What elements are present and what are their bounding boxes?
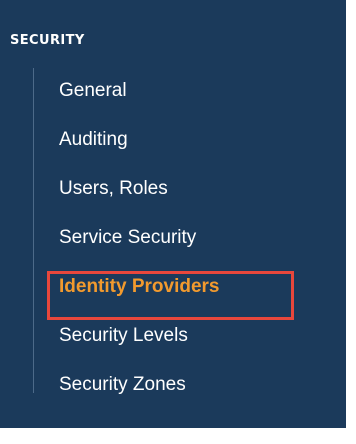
sidebar-item-label[interactable]: Auditing xyxy=(59,129,128,151)
tree-guide-line xyxy=(33,68,34,393)
sidebar-item-label[interactable]: Identity Providers xyxy=(59,276,220,298)
sidebar-item-label[interactable]: Users, Roles xyxy=(59,178,168,200)
sidebar-item-label[interactable]: General xyxy=(59,80,127,102)
section-title: SECURITY xyxy=(10,33,85,48)
sidebar-item-label[interactable]: Security Levels xyxy=(59,325,188,347)
security-sidebar: SECURITY General Auditing Users, Roles S… xyxy=(0,0,346,428)
sidebar-item-label[interactable]: Security Zones xyxy=(59,374,186,396)
page: SECURITY General Auditing Users, Roles S… xyxy=(0,0,356,444)
sidebar-item-label[interactable]: Service Security xyxy=(59,227,196,249)
